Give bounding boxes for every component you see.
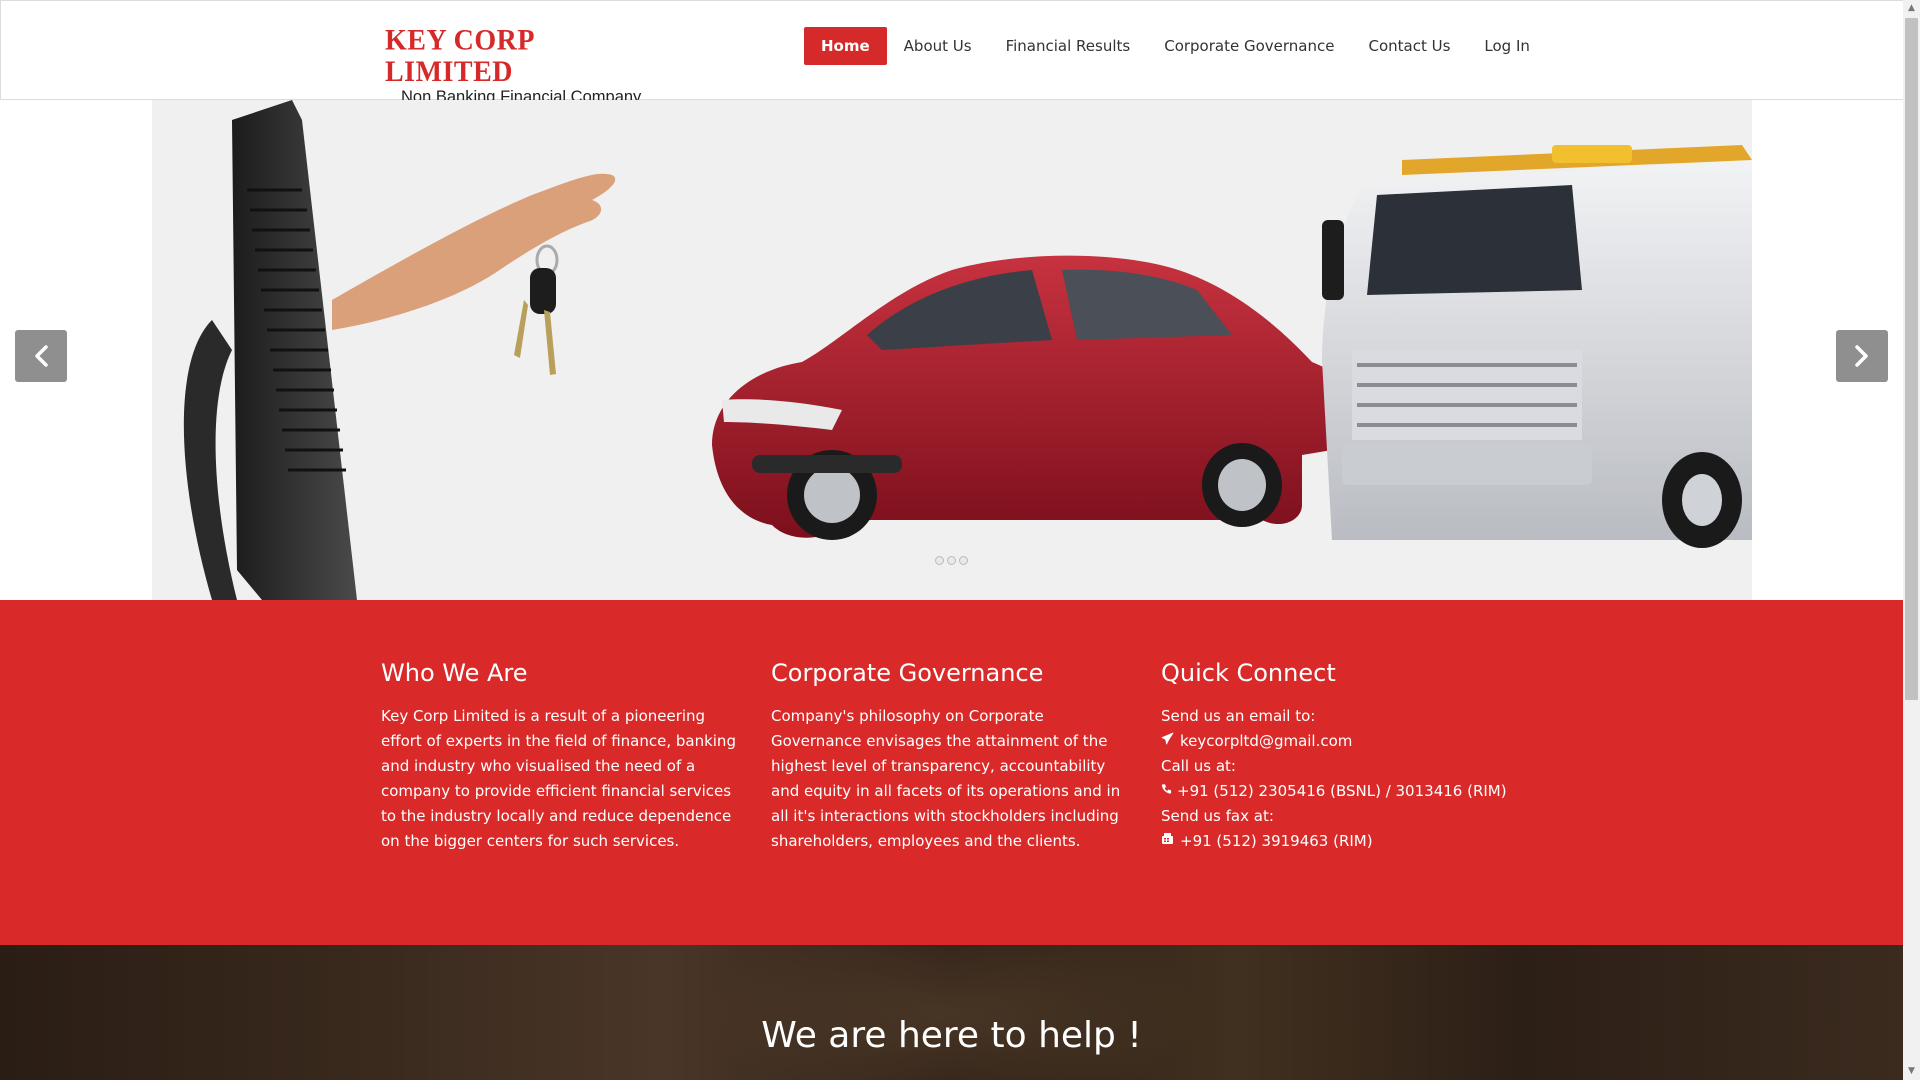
fax-row: +91 (512) 3919463 (RIM) [1161,829,1541,854]
scroll-down-arrow-icon[interactable]: ▼ [1903,1063,1920,1080]
nav-log-in[interactable]: Log In [1467,27,1547,65]
banner-background [700,945,1200,1080]
corporate-governance-heading: Corporate Governance [771,659,1044,687]
scrollbar-thumb[interactable] [1905,18,1918,700]
slide-illustration [183,100,1752,600]
truck-graphic [1322,145,1752,548]
page-scrollbar[interactable]: ▲ ▼ [1903,0,1920,1080]
phone-number[interactable]: +91 (512) 2305416 (BSNL) / 3013416 (RIM) [1177,779,1507,804]
slider-dot[interactable] [935,556,944,565]
slider-dots [935,556,968,565]
quick-connect-heading: Quick Connect [1161,659,1336,687]
fax-number: +91 (512) 3919463 (RIM) [1180,832,1373,850]
nav-about-us[interactable]: About Us [887,27,989,65]
slider-dot[interactable] [947,556,956,565]
chevron-left-icon [35,345,48,367]
logo-title: KEY CORP LIMITED [385,24,534,89]
paper-plane-icon [1161,729,1175,754]
corporate-governance-column: Corporate Governance Company's philosoph… [771,658,1131,854]
nav-corporate-governance[interactable]: Corporate Governance [1147,27,1351,65]
nav-contact-us[interactable]: Contact Us [1351,27,1467,65]
site-header: KEY CORP LIMITED Non Banking Financial C… [0,0,1903,106]
who-we-are-column: Who We Are Key Corp Limited is a result … [381,658,741,854]
slider-dot[interactable] [959,556,968,565]
red-car-graphic [712,255,1348,540]
nav-financial-results[interactable]: Financial Results [989,27,1148,65]
email-label: Send us an email to: [1161,707,1316,725]
site-logo[interactable]: KEY CORP LIMITED Non Banking Financial C… [385,25,645,106]
help-banner: We are here to help ! [0,945,1903,1080]
phone-icon [1161,779,1172,804]
monitor-graphic [183,100,357,600]
slide-image [152,100,1752,600]
hero-slider [0,100,1903,600]
fax-label: Send us fax at: [1161,807,1274,825]
call-label: Call us at: [1161,757,1236,775]
fax-icon [1161,829,1175,854]
slider-next-button[interactable] [1836,330,1888,382]
banner-title: We are here to help ! [761,1015,1142,1056]
main-nav: Home About Us Financial Results Corporat… [804,27,1547,65]
who-we-are-heading: Who We Are [381,659,528,687]
scroll-up-arrow-icon[interactable]: ▲ [1903,0,1920,17]
info-section: Who We Are Key Corp Limited is a result … [0,600,1903,945]
nav-home[interactable]: Home [804,27,887,65]
corporate-governance-text: Company's philosophy on Corporate Govern… [771,707,1121,850]
phone-row: +91 (512) 2305416 (BSNL) / 3013416 (RIM) [1161,779,1541,804]
chevron-right-icon [1855,345,1868,367]
quick-connect-column: Quick Connect Send us an email to: keyco… [1161,658,1541,854]
slider-prev-button[interactable] [15,330,67,382]
who-we-are-text: Key Corp Limited is a result of a pionee… [381,707,736,850]
email-link[interactable]: keycorpltd@gmail.com [1180,729,1352,754]
hand-keys-graphic [332,173,616,375]
email-row: keycorpltd@gmail.com [1161,729,1541,754]
